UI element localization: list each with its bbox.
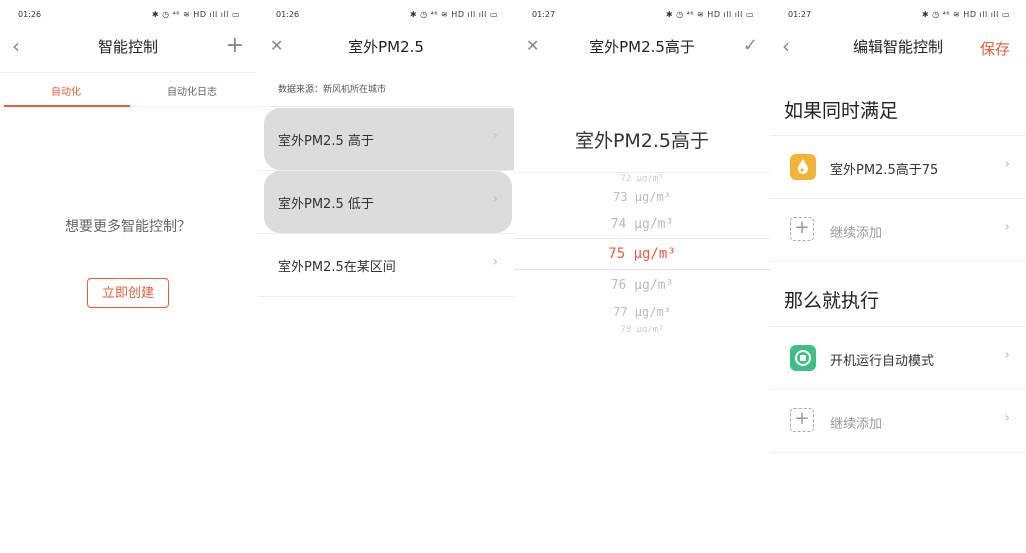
picker-item[interactable]: 73 μg/m³ [514,190,770,204]
pm25-drop-icon [790,154,816,180]
chevron-right-icon: › [492,128,498,144]
save-button[interactable]: 保存 [980,38,1010,59]
condition-label: 室外PM2.5高于75 [830,163,939,178]
tab-active-indicator [4,105,130,107]
tab-automation-log[interactable]: 自动化日志 [128,83,256,98]
option-label: 室外PM2.5 高于 [278,134,374,149]
empty-state-text: 想要更多智能控制？ [65,219,191,235]
status-time: 01:27 [532,10,556,19]
status-bar: 01:27 ✱ ◷ ⁴⁶ ≋ HD ıll ıll ▭ [770,8,1026,22]
header: ✕ 室外PM2.5高于 ✓ [514,30,770,64]
auto-mode-icon [790,345,816,371]
add-icon[interactable]: + [226,32,244,60]
page-title: 室外PM2.5高于 [589,38,695,56]
picker-selection-top [514,238,770,239]
page-title: 室外PM2.5 [348,38,424,56]
status-icons: ✱ ◷ ⁴⁶ ≋ HD ıll ıll ▭ [151,10,240,19]
then-actions-heading: 那么就执行 [784,290,880,312]
plus-icon: + [790,217,814,241]
status-icons: ✱ ◷ ⁴⁶ ≋ HD ıll ıll ▭ [921,10,1010,19]
status-time: 01:27 [788,10,812,19]
chevron-right-icon: › [1004,219,1010,235]
picker-item[interactable]: 78 μg/m³ [514,325,770,333]
picker-divider [514,172,770,173]
plus-icon: + [790,408,814,432]
picker-item[interactable]: 77 μg/m³ [514,305,770,319]
page-title: 智能控制 [97,38,158,56]
condition-row[interactable]: 室外PM2.5高于75 › [770,136,1026,199]
option-label: 室外PM2.5在某区间 [278,260,396,275]
add-more-label: 继续添加 [830,417,883,432]
option-label: 室外PM2.5 低于 [278,197,374,212]
pm25-condition-screen: 01:26 ✱ ◷ ⁴⁶ ≋ HD ıll ıll ▭ ✕ 室外PM2.5 数据… [258,0,514,553]
picker-item[interactable]: 72 μg/m³ [514,174,770,182]
action-label: 开机运行自动模式 [830,354,935,369]
option-pm25-above[interactable]: 室外PM2.5 高于 › [258,108,514,171]
add-more-label: 继续添加 [830,226,883,241]
check-icon[interactable]: ✓ [743,32,758,60]
option-pm25-below[interactable]: 室外PM2.5 低于 › [258,171,514,234]
header: ✕ 室外PM2.5 [258,30,514,64]
status-icons: ✱ ◷ ⁴⁶ ≋ HD ıll ıll ▭ [409,10,498,19]
add-action-row[interactable]: + 继续添加 › [770,390,1026,453]
picker-item-selected[interactable]: 75 μg/m³ [514,246,770,262]
chevron-right-icon: › [492,191,498,207]
tab-bar: 自动化 自动化日志 [0,72,256,107]
picker-title: 室外PM2.5高于 [574,130,710,152]
create-now-button[interactable]: 立即创建 [87,278,169,308]
chevron-right-icon: › [492,254,498,270]
option-pm25-range[interactable]: 室外PM2.5在某区间 › [258,234,514,297]
edit-automation-screen: 01:27 ✱ ◷ ⁴⁶ ≋ HD ıll ıll ▭ ‹ 编辑智能控制 保存 … [770,0,1026,553]
picker-selection-bottom [514,269,770,270]
chevron-right-icon: › [1004,410,1010,426]
status-bar: 01:26 ✱ ◷ ⁴⁶ ≋ HD ıll ıll ▭ [258,8,514,22]
if-conditions-heading: 如果同时满足 [784,100,899,122]
data-source-text: 数据来源：新风机所在城市 [278,85,387,95]
action-row[interactable]: 开机运行自动模式 › [770,327,1026,390]
chevron-right-icon: › [1004,347,1010,363]
header: ‹ 智能控制 + [0,30,256,64]
status-time: 01:26 [276,10,300,19]
header: ‹ 编辑智能控制 保存 [770,30,1026,64]
status-bar: 01:27 ✱ ◷ ⁴⁶ ≋ HD ıll ıll ▭ [514,8,770,22]
status-bar: 01:26 ✱ ◷ ⁴⁶ ≋ HD ıll ıll ▭ [0,8,256,22]
divider [258,106,514,107]
picker-item[interactable]: 76 μg/m³ [514,278,770,293]
chevron-right-icon: › [1004,156,1010,172]
status-icons: ✱ ◷ ⁴⁶ ≋ HD ıll ıll ▭ [665,10,754,19]
tab-automation[interactable]: 自动化 [2,83,130,98]
picker-item[interactable]: 74 μg/m³ [514,217,770,232]
pm25-threshold-picker-screen: 01:27 ✱ ◷ ⁴⁶ ≋ HD ıll ıll ▭ ✕ 室外PM2.5高于 … [514,0,770,553]
status-time: 01:26 [18,10,42,19]
automation-list-screen: 01:26 ✱ ◷ ⁴⁶ ≋ HD ıll ıll ▭ ‹ 智能控制 + 自动化… [0,0,256,553]
add-condition-row[interactable]: + 继续添加 › [770,199,1026,262]
